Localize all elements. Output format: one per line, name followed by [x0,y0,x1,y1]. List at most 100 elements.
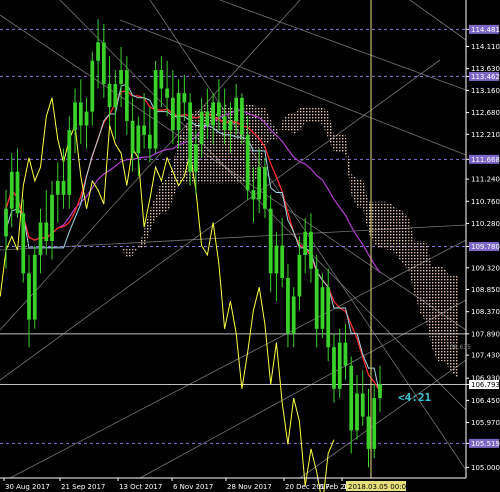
candle-body [113,83,118,108]
candle-body [222,116,227,131]
time-tick-label: 6 Feb 20 [319,483,349,491]
price-tick-label: 105.970 [471,419,500,427]
candle-body [280,245,285,278]
cloud-segment [310,107,317,123]
candle-body [153,70,158,149]
candle-body [182,93,187,103]
candle-body [32,254,37,320]
candle-body [297,254,302,297]
price-tick-label: 113.462 [471,73,500,81]
candle-body [67,130,72,195]
price-tick-label: 106.450 [471,397,500,405]
cloud-segment [316,107,323,125]
candle-body [55,180,60,195]
candle-body [73,102,77,131]
cloud-segment [431,266,438,362]
cloud-segment [391,204,398,257]
candle-body [130,120,135,154]
price-tick-label: 112.680 [471,109,500,117]
cloud-segment [178,128,185,184]
cloud-segment [374,201,380,250]
time-tick-label: 6 Nov 2017 [173,483,213,491]
candle-body [21,213,26,274]
cloud-segment [380,201,386,250]
price-tick-label: 106.793 [471,381,500,389]
time-tick-label: 13 Oct 2017 [119,483,162,491]
candle-body [50,194,54,241]
candle-body [61,180,66,195]
candle-body [194,143,198,172]
candle-body [205,111,210,126]
candle-body [217,102,221,117]
candle-body [188,102,192,172]
price-tick-label: 109.320 [471,264,500,272]
candle-body [101,42,106,84]
candle-body [303,231,308,255]
candle-body [107,83,112,108]
candle-body [274,245,279,274]
candle-body [176,93,181,131]
cloud-segment [437,266,444,362]
candle-body [257,167,262,200]
candle-body [234,97,239,121]
cloud-segment [305,107,311,123]
candle-body [124,70,129,121]
price-tick-label: 109.780 [471,243,500,251]
price-tick-label: 108.370 [471,308,500,316]
candle-body [170,97,175,131]
cloud-segment [443,266,450,369]
candle-body [263,167,267,209]
candle-body [27,273,31,320]
candle-body [165,88,169,98]
candle-body [159,70,164,89]
candle-body [228,120,233,131]
cloud-segment [356,178,363,208]
cloud-segment [454,275,458,379]
candle-body [84,111,89,126]
candle-body [4,208,8,237]
price-tick-label: 114.481 [471,26,500,34]
time-tick-label: 30 Aug 2017 [5,483,50,491]
candle-body [142,125,146,135]
candle-body [119,70,123,84]
price-tick-label: 110.280 [471,220,500,228]
price-tick-label: 110.760 [471,198,500,206]
candle-body [337,342,342,389]
candle-body [309,231,313,269]
candle-body [268,208,273,274]
candle-body [90,60,95,112]
candle-body [332,347,336,389]
candle-body [343,342,348,366]
candle-body [286,277,290,334]
cloud-segment [403,210,409,272]
candle-body [9,171,14,209]
candle-body [15,171,20,214]
cloud-segment [333,134,340,153]
candle-body [147,134,152,149]
candle-body [366,416,371,449]
price-tick-label: 105.519 [471,440,500,448]
bar-countdown-timer: <4:21 [398,391,432,404]
cloud-segment [397,208,404,265]
cloud-segment [161,178,168,214]
cloud-value-label: 108.635 [446,344,471,351]
candle-body [314,268,319,329]
candle-body [136,125,141,154]
candle-body [320,287,325,329]
candle-body [38,222,43,255]
price-tick-label: 108.850 [471,286,500,294]
time-tick-label: 28 Nov 2017 [227,483,272,491]
candle-body [326,287,331,348]
cloud-segment [339,134,346,155]
candle-body [360,393,365,417]
cloud-segment [449,275,455,377]
candle-body [378,384,382,399]
candle-body [355,393,359,431]
price-tick-label: 112.210 [471,131,500,139]
candle-body [349,365,354,431]
price-tick-label: 105.000 [471,464,500,472]
cloud-segment [385,201,392,251]
price-tick-label: 113.160 [471,87,500,95]
price-chart[interactable]: 114.481114.110113.630113.462113.160112.6… [0,0,500,492]
candle-body [372,398,377,449]
